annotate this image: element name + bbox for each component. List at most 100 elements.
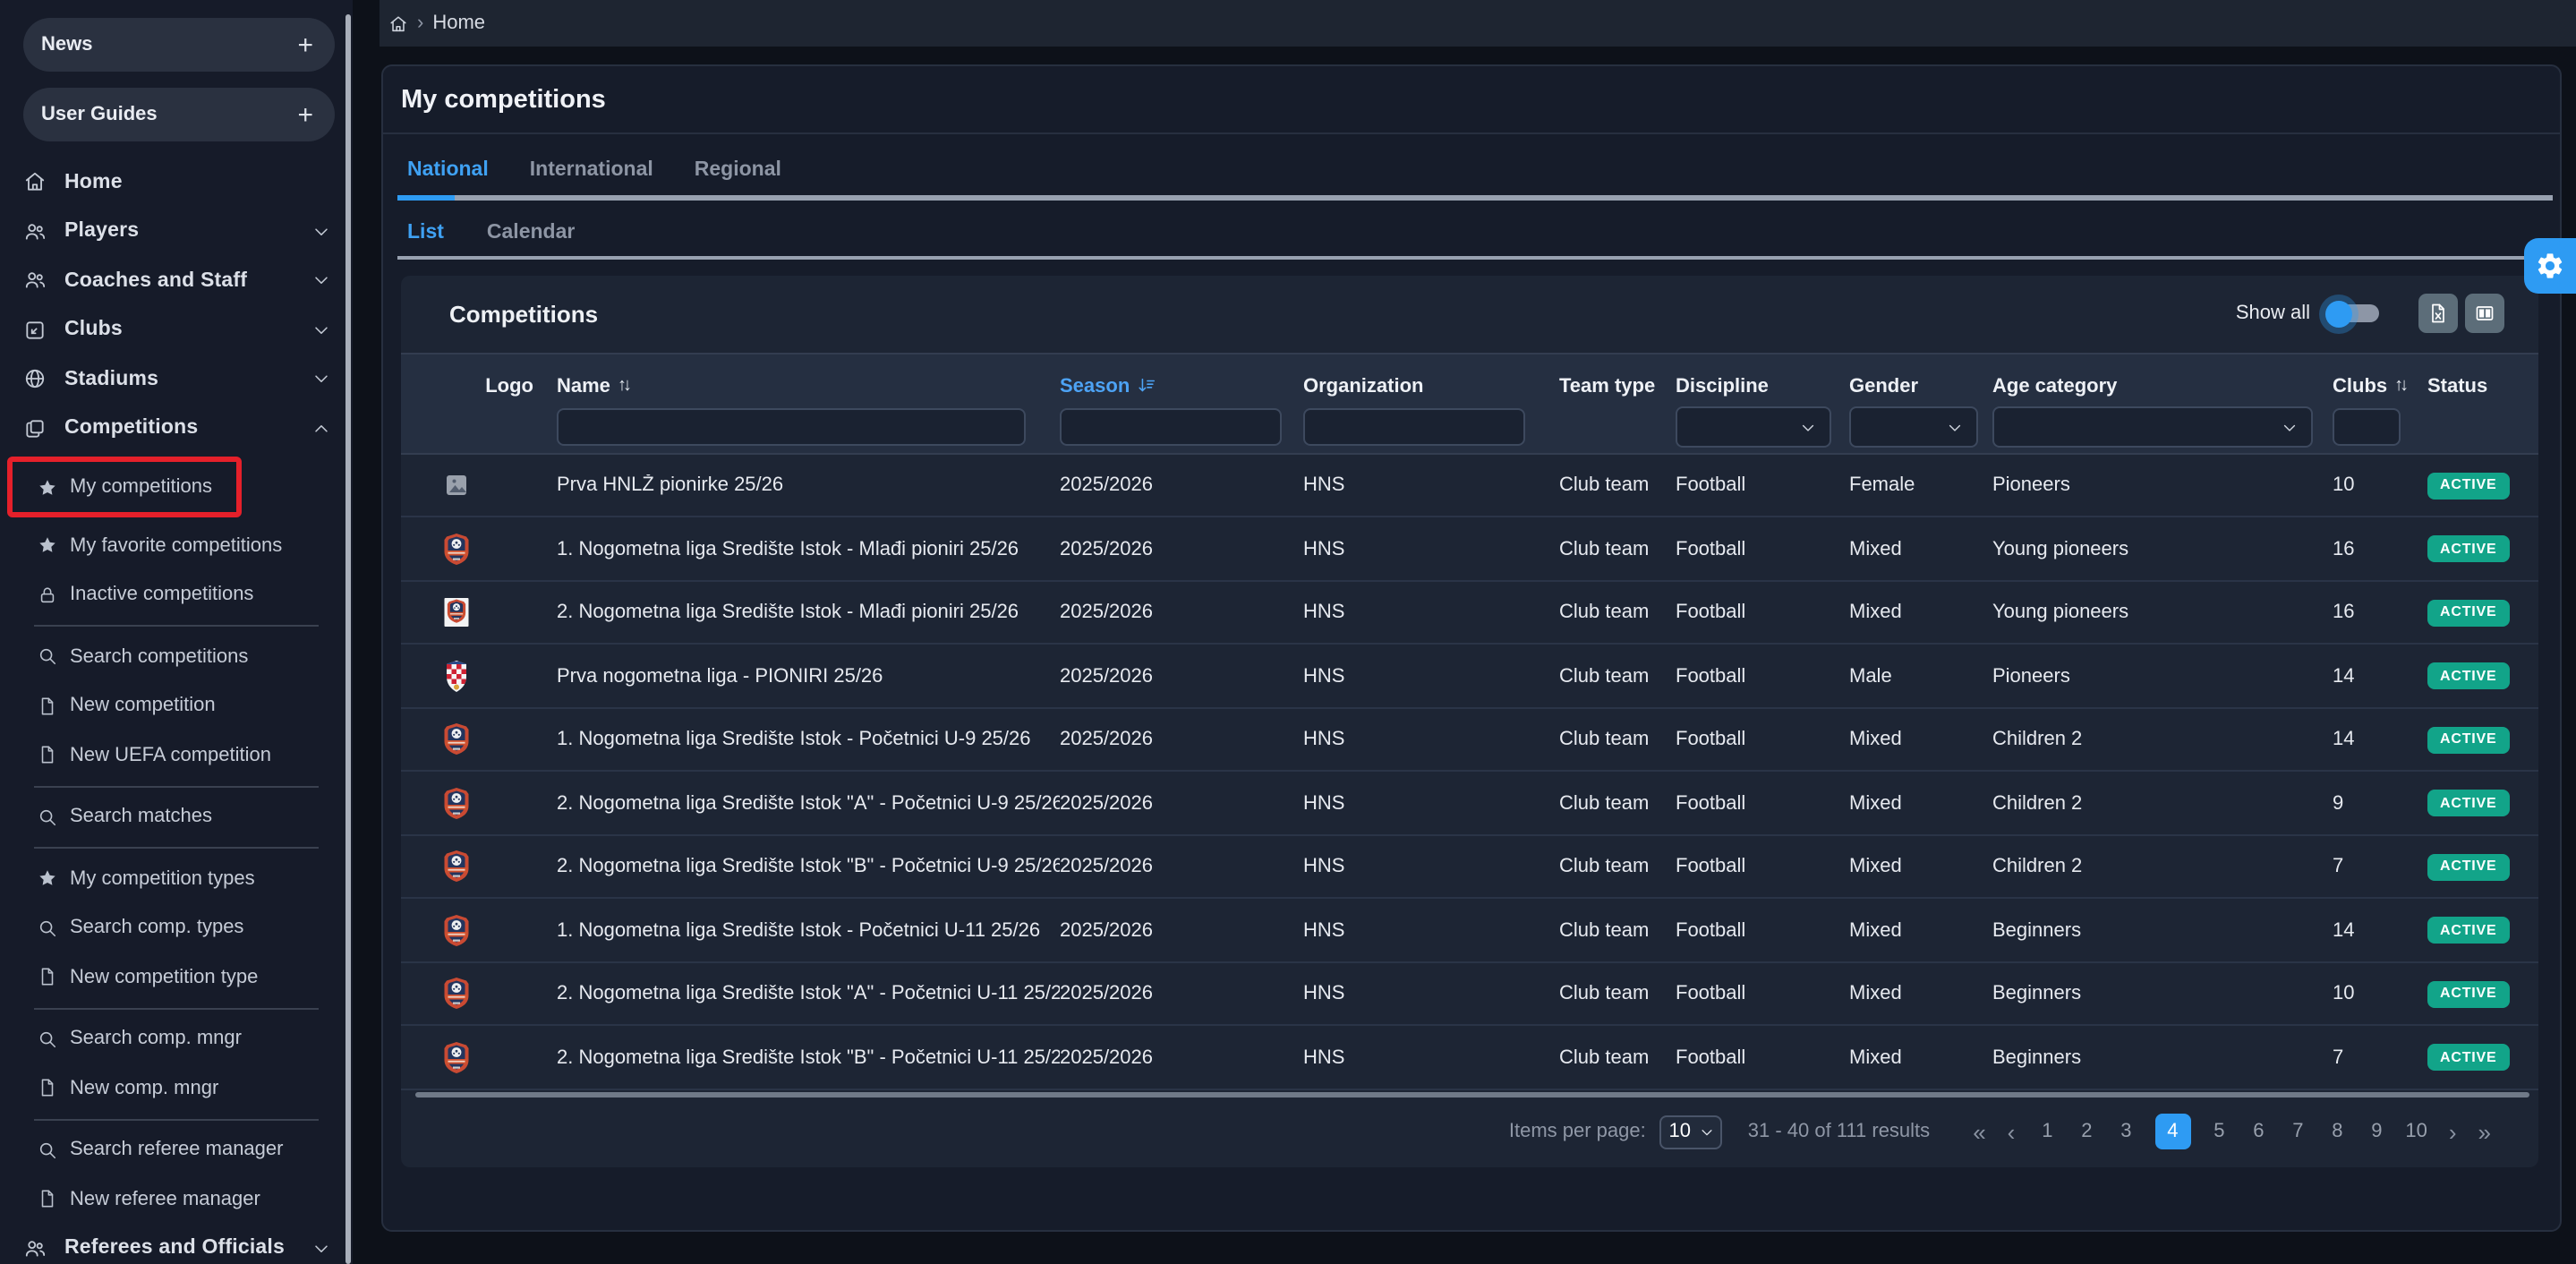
cell-organization: HNS xyxy=(1303,729,1559,750)
age-category-filter-select[interactable] xyxy=(1992,407,2313,448)
page-number[interactable]: 9 xyxy=(2366,1122,2387,1143)
sidebar-item-home[interactable]: Home xyxy=(0,158,353,207)
table-row[interactable]: 2. Nogometna liga Središte Istok "B" - P… xyxy=(401,836,2538,900)
sidebar: News + User Guides + Home Players Coache… xyxy=(0,0,353,1264)
excel-file-icon xyxy=(2427,303,2448,324)
column-name[interactable]: Name↑↓ xyxy=(557,376,1060,397)
sidebar-item-clubs[interactable]: Clubs xyxy=(0,305,353,354)
filter-row xyxy=(401,403,2538,453)
competition-logo xyxy=(401,785,557,821)
show-all-toggle[interactable] xyxy=(2330,304,2378,322)
clubs-icon xyxy=(23,319,47,342)
cell-team-type: Club team xyxy=(1559,919,1676,941)
table-row[interactable]: 2. Nogometna liga Središte Istok "A" - P… xyxy=(401,963,2538,1027)
players-icon xyxy=(23,220,47,243)
table-row[interactable]: Prva HNLŽ pionirke 25/26 2025/2026 HNS C… xyxy=(401,455,2538,518)
breadcrumb-home-link[interactable]: Home xyxy=(432,13,485,34)
main-content: › Home My competitions National Internat… xyxy=(380,0,2576,1264)
sidebar-item-search-matches[interactable]: Search matches xyxy=(0,792,353,841)
tab-national[interactable]: National xyxy=(397,159,499,181)
user-guides-button[interactable]: User Guides + xyxy=(23,88,335,141)
sidebar-item-my-favorite-competitions[interactable]: My favorite competitions xyxy=(0,521,353,570)
page-number-active[interactable]: 4 xyxy=(2154,1115,2190,1150)
table-row[interactable]: 2. Nogometna liga Središte Istok "A" - P… xyxy=(401,773,2538,836)
sidebar-item-competitions[interactable]: Competitions xyxy=(0,404,353,453)
sidebar-item-referees-and-officials[interactable]: Referees and Officials xyxy=(0,1224,353,1264)
last-page-icon[interactable]: » xyxy=(2478,1121,2491,1144)
first-page-icon[interactable]: « xyxy=(1973,1121,1985,1144)
cell-team-type: Club team xyxy=(1559,792,1676,814)
cell-age-category: Children 2 xyxy=(1992,856,2333,877)
organization-filter-input[interactable] xyxy=(1303,409,1525,447)
toggle-knob[interactable] xyxy=(2324,300,2351,327)
status-badge: ACTIVE xyxy=(2427,853,2510,880)
sidebar-item-new-comp-mngr[interactable]: New comp. mngr xyxy=(0,1063,353,1113)
plus-icon[interactable]: + xyxy=(297,31,313,58)
cell-gender: Mixed xyxy=(1849,919,1992,941)
sidebar-item-search-referee-manager[interactable]: Search referee manager xyxy=(0,1125,353,1174)
plus-icon[interactable]: + xyxy=(297,101,313,128)
columns-settings-button[interactable] xyxy=(2464,295,2503,333)
sidebar-scrollbar[interactable] xyxy=(345,14,350,1264)
page-number[interactable]: 8 xyxy=(2326,1122,2348,1143)
page-number[interactable]: 7 xyxy=(2287,1122,2308,1143)
cell-season: 2025/2026 xyxy=(1060,729,1303,750)
table-row[interactable]: 2. Nogometna liga Središte Istok - Mlađi… xyxy=(401,582,2538,645)
table-row[interactable]: 1. Nogometna liga Središte Istok - Mlađi… xyxy=(401,518,2538,582)
export-excel-button[interactable] xyxy=(2418,295,2457,333)
tab-list[interactable]: List xyxy=(397,221,455,243)
sidebar-item-players[interactable]: Players xyxy=(0,207,353,256)
page-list: 1 2 3 4 5 6 7 8 9 10 xyxy=(2036,1115,2427,1150)
sort-icon[interactable]: ↑↓ xyxy=(618,377,628,397)
column-clubs[interactable]: Clubs↑↓ xyxy=(2333,376,2427,397)
sidebar-item-new-uefa-competition[interactable]: New UEFA competition xyxy=(0,730,353,780)
sidebar-item-coaches-and-staff[interactable]: Coaches and Staff xyxy=(0,256,353,305)
sidebar-item-new-competition[interactable]: New competition xyxy=(0,681,353,730)
table-row[interactable]: 1. Nogometna liga Središte Istok - Počet… xyxy=(401,900,2538,963)
sidebar-item-search-competitions[interactable]: Search competitions xyxy=(0,632,353,681)
news-button[interactable]: News + xyxy=(23,18,335,72)
search-icon xyxy=(38,1140,57,1160)
page-number[interactable]: 6 xyxy=(2248,1122,2269,1143)
page-number[interactable]: 1 xyxy=(2036,1122,2058,1143)
name-filter-input[interactable] xyxy=(557,409,1026,447)
clubs-filter-input[interactable] xyxy=(2333,409,2401,447)
cell-age-category: Beginners xyxy=(1992,1046,2333,1068)
season-filter-input[interactable] xyxy=(1060,409,1282,447)
cell-age-category: Pioneers xyxy=(1992,474,2333,496)
page-number[interactable]: 2 xyxy=(2076,1122,2097,1143)
sidebar-item-new-competition-type[interactable]: New competition type xyxy=(0,952,353,1002)
gender-filter-select[interactable] xyxy=(1849,407,1978,448)
cell-gender: Mixed xyxy=(1849,792,1992,814)
discipline-filter-select[interactable] xyxy=(1676,407,1831,448)
next-page-icon[interactable]: › xyxy=(2449,1121,2457,1144)
tab-calendar[interactable]: Calendar xyxy=(476,221,585,243)
breadcrumb: › Home xyxy=(380,0,2576,47)
cell-discipline: Football xyxy=(1676,983,1849,1004)
page-number[interactable]: 10 xyxy=(2405,1122,2427,1143)
sort-icon[interactable]: ↑↓ xyxy=(2394,377,2405,397)
sidebar-item-search-comp-types[interactable]: Search comp. types xyxy=(0,903,353,952)
sidebar-item-new-referee-manager[interactable]: New referee manager xyxy=(0,1174,353,1224)
home-icon[interactable] xyxy=(388,13,408,33)
tab-international[interactable]: International xyxy=(519,159,664,181)
page-number[interactable]: 5 xyxy=(2208,1122,2230,1143)
tab-regional[interactable]: Regional xyxy=(684,159,792,181)
settings-button[interactable] xyxy=(2524,238,2576,294)
table-row[interactable]: 2. Nogometna liga Središte Istok "B" - P… xyxy=(401,1027,2538,1090)
sidebar-item-search-comp-mngr[interactable]: Search comp. mngr xyxy=(0,1014,353,1063)
sidebar-item-my-competition-types[interactable]: My competition types xyxy=(0,854,353,903)
status-badge: ACTIVE xyxy=(2427,662,2510,689)
table-row[interactable]: 1. Nogometna liga Središte Istok - Počet… xyxy=(401,709,2538,773)
cell-name: 2. Nogometna liga Središte Istok "A" - P… xyxy=(557,792,1060,814)
previous-page-icon[interactable]: ‹ xyxy=(2008,1121,2016,1144)
sidebar-item-my-competitions[interactable]: My competitions xyxy=(7,457,242,517)
column-season[interactable]: Season xyxy=(1060,376,1303,397)
table-row[interactable]: Prva nogometna liga - PIONIRI 25/26 2025… xyxy=(401,645,2538,709)
page-number[interactable]: 3 xyxy=(2115,1122,2137,1143)
sort-desc-icon[interactable] xyxy=(1137,377,1156,397)
chevron-down-icon xyxy=(1698,1124,1714,1140)
sidebar-item-stadiums[interactable]: Stadiums xyxy=(0,354,353,404)
sidebar-item-inactive-competitions[interactable]: Inactive competitions xyxy=(0,570,353,619)
page-size-select[interactable]: 10 xyxy=(1660,1115,1723,1149)
